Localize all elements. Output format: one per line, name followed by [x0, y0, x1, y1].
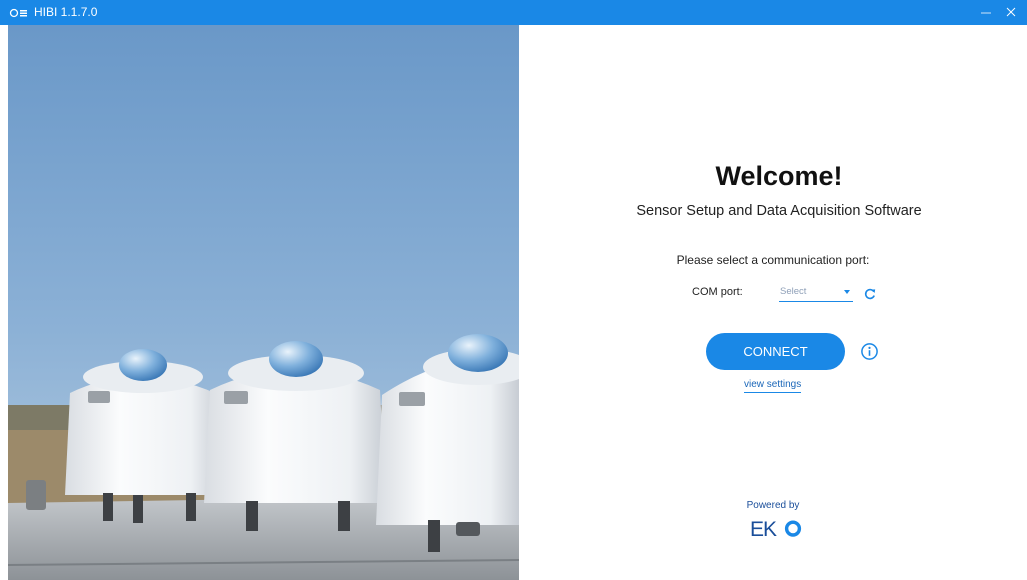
- com-port-label: COM port:: [692, 286, 743, 298]
- hero-photo-pyranometers: [8, 25, 519, 580]
- welcome-panel: Welcome! Sensor Setup and Data Acquisiti…: [519, 25, 1027, 580]
- app-logo-icon: [9, 8, 27, 18]
- welcome-heading: Welcome!: [715, 161, 843, 191]
- close-button[interactable]: [999, 0, 1023, 25]
- connect-button[interactable]: CONNECT: [706, 333, 845, 370]
- view-settings-link[interactable]: view settings: [744, 379, 802, 393]
- title-bar: HIBI 1.1.7.0: [0, 0, 1027, 25]
- close-icon: [1006, 7, 1016, 17]
- app-subtitle: Sensor Setup and Data Acquisition Softwa…: [636, 203, 922, 219]
- refresh-icon[interactable]: [863, 287, 877, 301]
- chevron-down-icon: [844, 290, 850, 294]
- window-title: HIBI 1.1.7.0: [34, 5, 98, 19]
- com-port-select-value: Select: [780, 286, 807, 297]
- eko-logo: EK: [750, 518, 802, 540]
- minimize-icon: [981, 12, 991, 14]
- info-icon[interactable]: [860, 342, 879, 361]
- svg-text:EK: EK: [750, 518, 777, 540]
- com-port-select[interactable]: Select: [779, 281, 853, 302]
- port-prompt: Please select a communication port:: [676, 253, 870, 267]
- minimize-button[interactable]: [974, 0, 998, 25]
- powered-by-label: Powered by: [746, 500, 800, 511]
